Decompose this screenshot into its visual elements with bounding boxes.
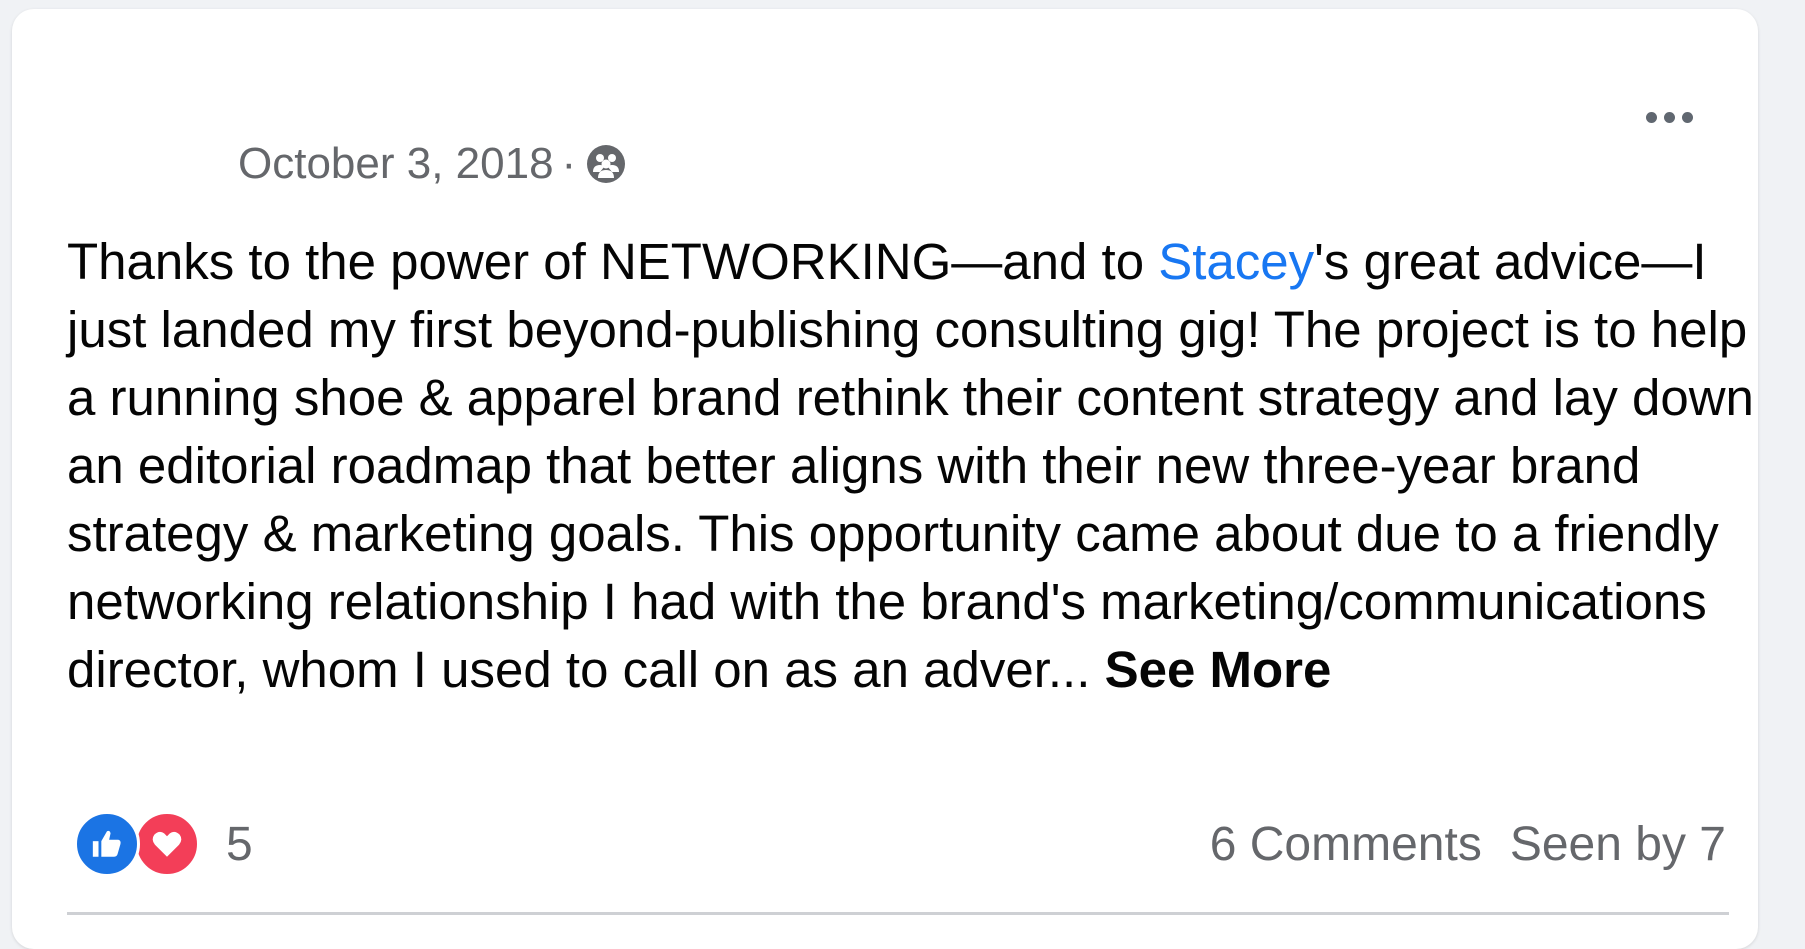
comments-count-link[interactable]: 6 Comments xyxy=(1210,817,1482,872)
seen-by-link[interactable]: Seen by 7 xyxy=(1510,817,1726,872)
meta-separator: · xyxy=(561,139,577,188)
more-options-icon-dot xyxy=(1663,111,1675,123)
more-options-button[interactable] xyxy=(1636,95,1702,139)
heart-icon xyxy=(134,811,200,877)
post-meta: October 3, 2018 · xyxy=(238,134,628,194)
post-card: October 3, 2018 · Thanks to the power of… xyxy=(12,9,1758,949)
footer-divider xyxy=(67,912,1729,915)
reactions-summary[interactable]: 5 xyxy=(74,811,253,877)
post-body: Thanks to the power of NETWORKING—and to… xyxy=(67,228,1757,704)
post-text-part2: 's great advice—I just landed my first b… xyxy=(67,233,1754,698)
group-audience-icon[interactable] xyxy=(584,142,628,186)
mention-link[interactable]: Stacey xyxy=(1158,233,1314,290)
see-more-link[interactable]: See More xyxy=(1105,641,1332,698)
reaction-count: 5 xyxy=(226,817,253,871)
post-text-part1: Thanks to the power of NETWORKING—and to xyxy=(67,233,1159,290)
post-footer: 5 6 Comments Seen by 7 xyxy=(74,809,1726,879)
thumbs-up-icon xyxy=(74,811,140,877)
more-options-icon xyxy=(1645,111,1657,123)
more-options-icon-dot xyxy=(1681,111,1693,123)
post-stats: 6 Comments Seen by 7 xyxy=(1210,817,1726,872)
post-date[interactable]: October 3, 2018 xyxy=(238,134,554,194)
